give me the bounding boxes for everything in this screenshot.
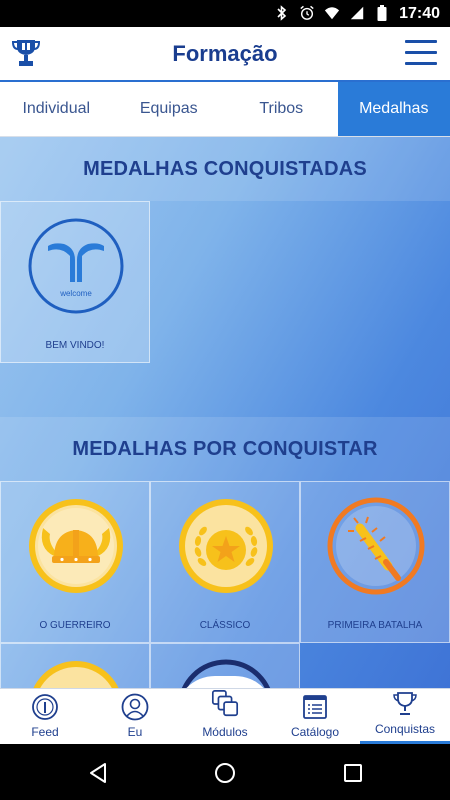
nav-eu[interactable]: Eu [90, 689, 180, 744]
back-icon[interactable] [86, 761, 110, 785]
battery-icon [377, 5, 387, 21]
welcome-medal-icon: welcome [28, 218, 124, 314]
nav-modulos[interactable]: Módulos [180, 689, 270, 744]
medal-card-o-guerreiro[interactable]: O GUERREIRO [0, 481, 150, 643]
bottom-nav: Feed Eu Módulos Catálogo Conquistas [0, 688, 450, 744]
tab-individual[interactable]: Individual [0, 82, 113, 136]
medals-content[interactable]: MEDALHAS CONQUISTADAS welcome BEM VINDO!… [0, 137, 450, 688]
viking-helmet-medal-icon [29, 499, 123, 593]
nav-catalogo[interactable]: Catálogo [270, 689, 360, 744]
system-nav-bar [0, 744, 450, 800]
tab-tribos[interactable]: Tribos [225, 82, 338, 136]
signal-icon [350, 6, 364, 20]
earned-medals-grid: welcome BEM VINDO! [0, 201, 450, 363]
catalog-list-icon [303, 695, 327, 719]
nav-feed[interactable]: Feed [0, 689, 90, 744]
medal-card-bem-vindo[interactable]: welcome BEM VINDO! [0, 201, 150, 363]
user-icon [121, 693, 149, 721]
medal-label: CLÁSSICO [199, 620, 251, 631]
to-earn-medals-grid: O GUERREIRO CLÁSSICO PRIMEIRA BATALHA [0, 481, 450, 688]
spiked-club-medal-icon [327, 497, 425, 595]
tab-equipas[interactable]: Equipas [113, 82, 226, 136]
bluetooth-icon [277, 5, 287, 21]
tab-bar: Individual Equipas Tribos Medalhas [0, 82, 450, 137]
medal-card-classico[interactable]: CLÁSSICO [150, 481, 300, 643]
status-time: 17:40 [399, 5, 440, 22]
medal-label: O GUERREIRO [39, 620, 111, 631]
partial-yellow-medal-icon [33, 661, 119, 688]
hamburger-menu-icon[interactable] [405, 40, 437, 66]
home-icon[interactable] [213, 761, 237, 785]
laurel-star-medal-icon [179, 499, 273, 593]
medal-label: PRIMEIRA BATALHA [327, 620, 423, 631]
status-bar: 17:40 [0, 0, 450, 27]
modules-stack-icon [211, 690, 239, 717]
feed-gauge-icon [32, 694, 58, 720]
section-title-to-earn: MEDALHAS POR CONQUISTAR [0, 417, 450, 481]
page-title: Formação [172, 41, 278, 66]
tab-medalhas[interactable]: Medalhas [337, 82, 450, 136]
medal-card-partial[interactable] [0, 643, 150, 688]
app-bar: Formação [0, 27, 450, 82]
wifi-icon [324, 7, 340, 20]
medal-label: BEM VINDO! [45, 340, 105, 351]
medal-card-primeira-batalha[interactable]: PRIMEIRA BATALHA [300, 481, 450, 643]
alarm-icon [300, 5, 314, 20]
trophy-icon [393, 692, 417, 715]
svg-text:welcome: welcome [59, 289, 92, 298]
section-title-earned: MEDALHAS CONQUISTADAS [0, 137, 450, 201]
nav-conquistas[interactable]: Conquistas [360, 689, 450, 744]
recents-icon[interactable] [341, 761, 365, 785]
